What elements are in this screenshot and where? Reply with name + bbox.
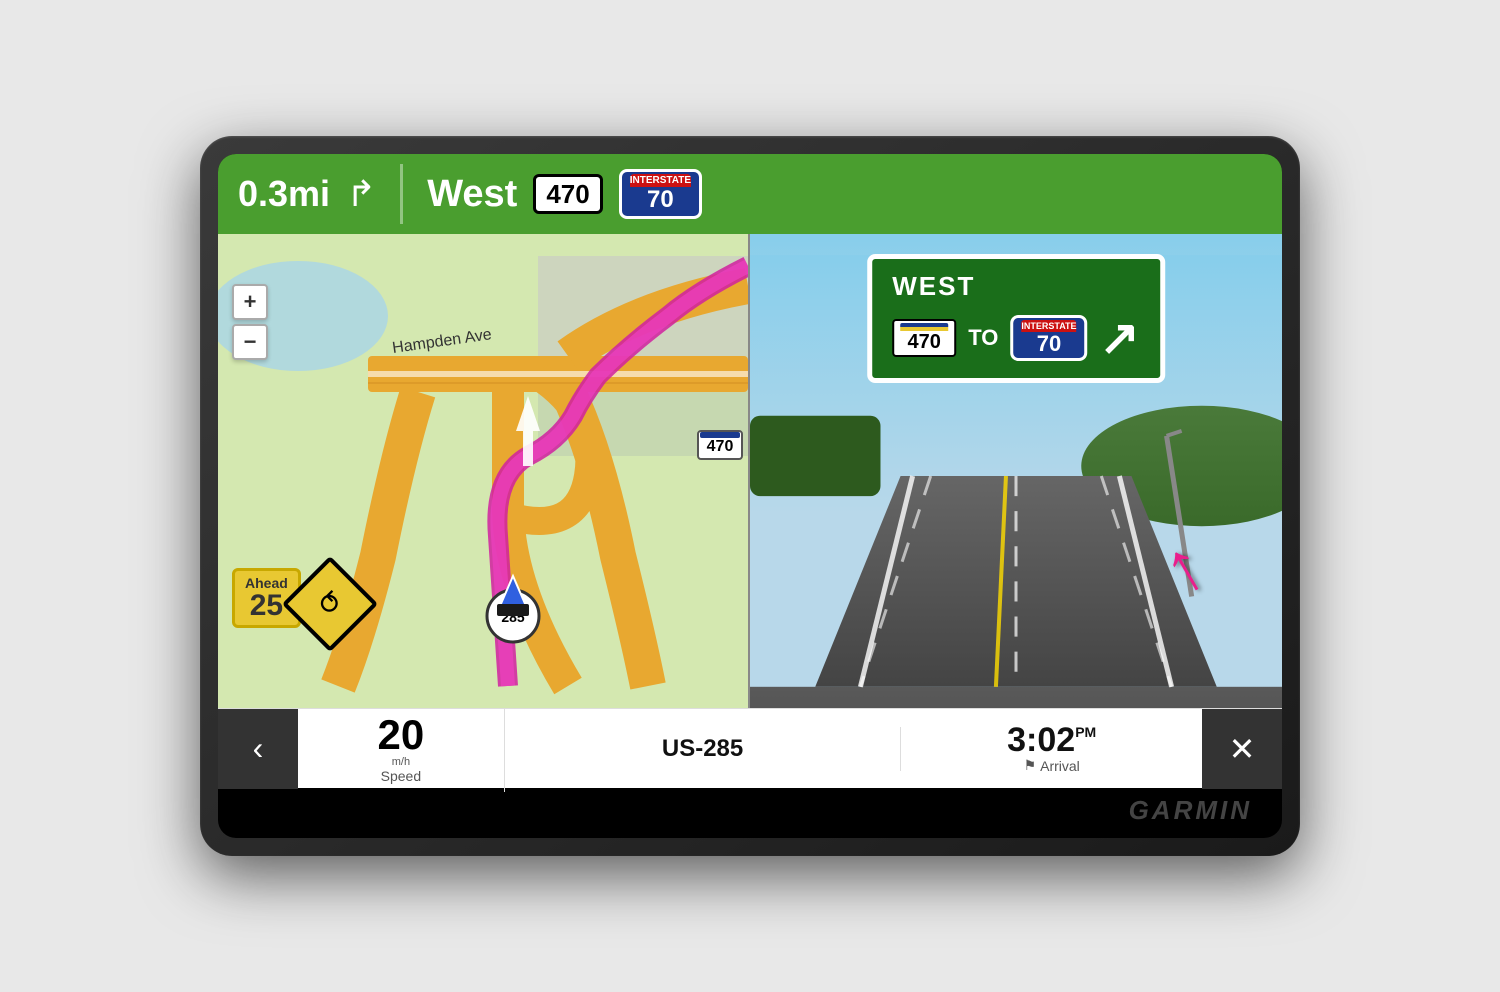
- garmin-logo: GARMIN: [1129, 795, 1252, 826]
- distance-info: 0.3mi: [238, 173, 330, 215]
- speed-value-group: 20 m/h: [378, 714, 425, 768]
- arrival-label: ⚑ Arrival: [1024, 757, 1080, 774]
- speed-label: Speed: [381, 768, 421, 784]
- back-icon: ‹: [253, 730, 264, 767]
- sign-to-label: TO: [968, 325, 998, 351]
- sign-interstate-70-badge: INTERSTATE 70: [1010, 315, 1087, 361]
- speed-unit: m/h: [392, 756, 410, 768]
- route-470-badge: 470: [533, 174, 602, 214]
- road-name-display: US-285: [505, 727, 902, 771]
- zoom-in-button[interactable]: +: [232, 284, 268, 320]
- speed-number: 20: [378, 714, 425, 756]
- co-route-number: 470: [904, 331, 945, 353]
- current-road-name: US-285: [662, 735, 743, 763]
- navigation-screen: 0.3mi ↱ West 470 INTERSTATE 70: [218, 154, 1282, 788]
- sign-routes-row: 470 TO INTERSTATE 70 ↗: [892, 310, 1140, 366]
- back-button[interactable]: ‹: [218, 709, 298, 789]
- sign-co-470-badge: 470: [892, 319, 956, 357]
- arrival-time-value: 3:02 PM: [1007, 723, 1096, 757]
- arrival-flag-icon: ⚑: [1024, 757, 1037, 774]
- sign-direction-arrow: ↗: [1100, 310, 1140, 366]
- interstate-70-badge: INTERSTATE 70: [619, 169, 702, 218]
- close-button[interactable]: ✕: [1202, 709, 1282, 789]
- sign-interstate-number: 70: [1037, 332, 1061, 356]
- main-display: Hampden Ave 470 285: [218, 234, 1282, 708]
- arrival-ampm: PM: [1075, 725, 1096, 739]
- device-screen: 0.3mi ↱ West 470 INTERSTATE 70: [218, 154, 1282, 838]
- arrival-label-text: Arrival: [1040, 758, 1080, 774]
- interstate-number: 70: [647, 187, 674, 213]
- sign-direction: WEST: [892, 271, 1140, 302]
- garmin-device: 0.3mi ↱ West 470 INTERSTATE 70: [200, 136, 1300, 856]
- arrival-display: 3:02 PM ⚑ Arrival: [901, 715, 1202, 782]
- header-divider: [400, 164, 403, 224]
- direction-label: West: [427, 173, 517, 216]
- bottom-bar: ‹ 20 m/h Speed US-285 3:02 PM: [218, 708, 1282, 788]
- highway-sign-overlay: WEST 470 TO INTERSTATE 70 ↗: [867, 254, 1165, 383]
- nav-header-bar: 0.3mi ↱ West 470 INTERSTATE 70: [218, 154, 1282, 234]
- turn-arrow-icon: ↱: [346, 173, 376, 215]
- map-view[interactable]: Hampden Ave 470 285: [218, 234, 750, 708]
- svg-text:470: 470: [707, 438, 734, 455]
- zoom-out-button[interactable]: −: [232, 324, 268, 360]
- speed-display: 20 m/h Speed: [298, 706, 505, 792]
- winding-road-icon: ⥀: [320, 587, 339, 620]
- close-icon: ✕: [1229, 730, 1256, 768]
- co-flag-graphic: [900, 323, 948, 331]
- distance-value: 0.3mi: [238, 173, 330, 215]
- camera-view: WEST 470 TO INTERSTATE 70 ↗: [750, 234, 1282, 708]
- ahead-number: 25: [245, 591, 288, 621]
- arrival-time-text: 3:02: [1007, 723, 1075, 757]
- map-svg-overlay: Hampden Ave 470 285: [218, 234, 748, 708]
